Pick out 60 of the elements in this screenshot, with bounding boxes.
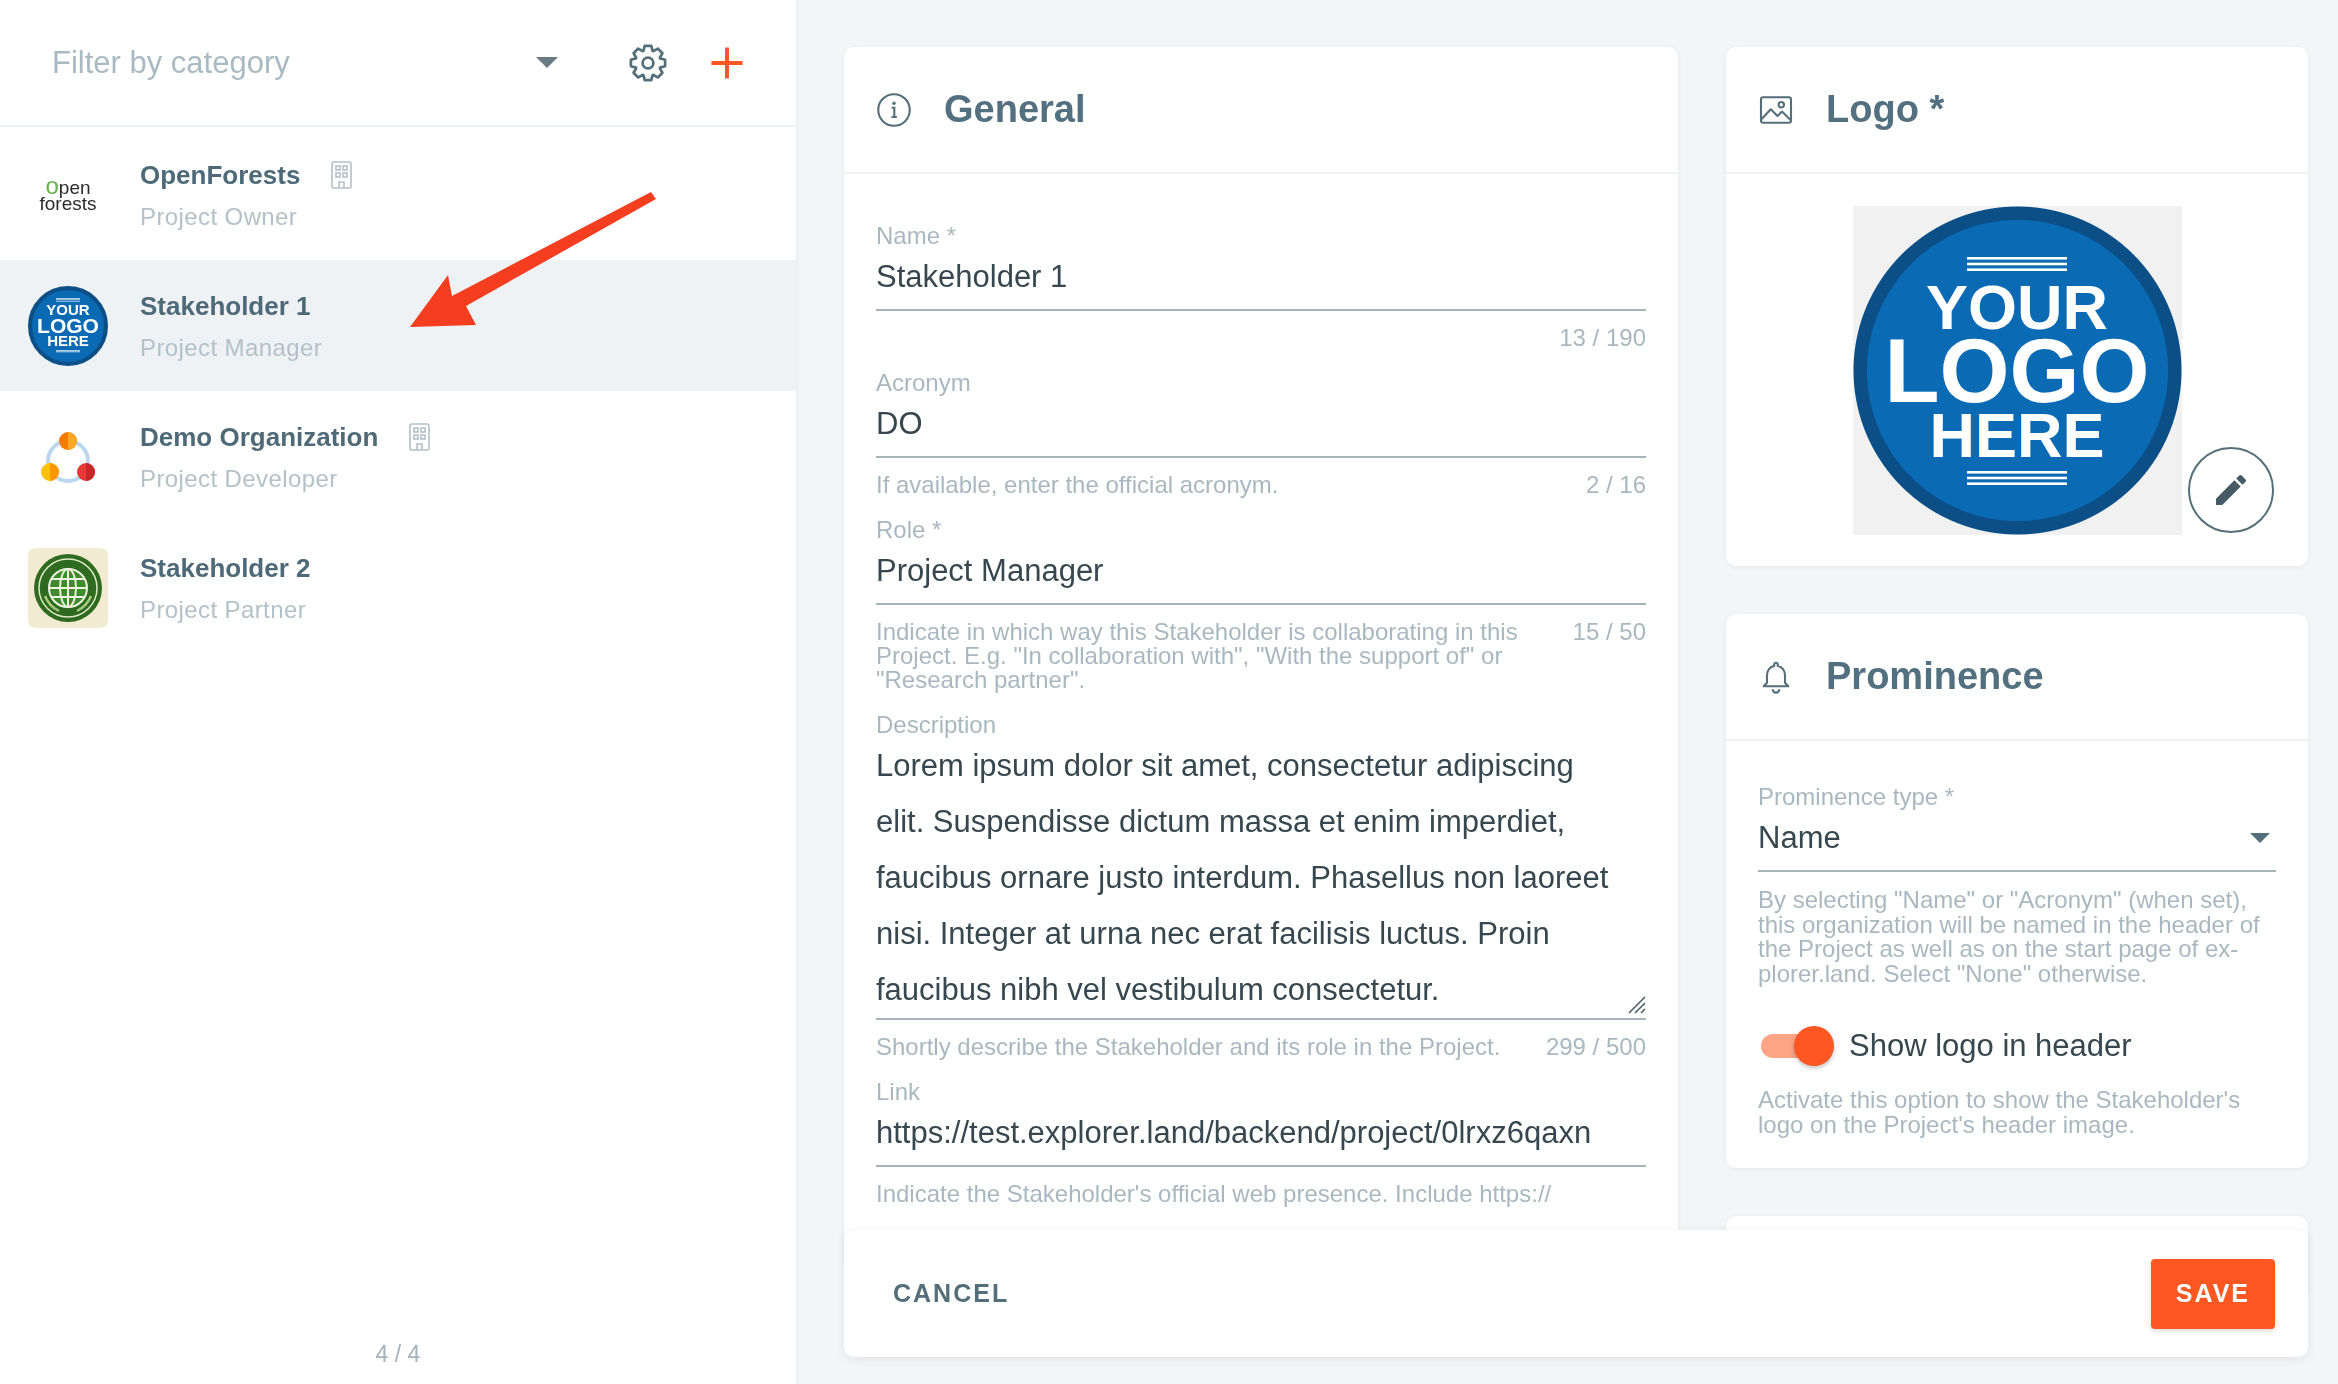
stakeholder-role: Project Developer (140, 463, 339, 494)
cancel-button[interactable]: CANCEL (877, 1258, 1026, 1329)
field-hint: Activate this option to show the Stakeholder's logo on the Project's header image. (1758, 1088, 2242, 1137)
card-title: Prominence (1826, 655, 2044, 698)
sidebar-item[interactable]: YOUR LOGO HERE Stakeholder 1 Project Manager (0, 260, 796, 391)
field-label: Prominence type * (1758, 784, 1956, 810)
field-hint: By selecting "Name" or "Acronym" (when set), this organization will be named in the header of the Project as well as on the start page of ex-plorer.land. Select "None" otherwise. (1758, 888, 2261, 986)
field-label: Role * (876, 517, 943, 543)
text-field[interactable]: DO (876, 396, 1646, 458)
add-button[interactable] (710, 45, 744, 80)
text-field[interactable]: Stakeholder 1 (876, 249, 1646, 311)
stripes-icon (56, 298, 80, 302)
logo-text: YOUR (1926, 276, 2108, 337)
field-hint: Indicate the Stakeholder's official web presence. Include https:// (876, 1182, 1552, 1206)
field-hint: Shortly describe the Stakeholder and its role in the Project. (876, 1035, 1501, 1059)
sidebar-item[interactable]: open forests OpenForests Project Owner (0, 129, 796, 260)
card-title: General (944, 88, 1086, 131)
character-counter: 299 / 500 (1545, 1035, 1646, 1059)
character-counter: 15 / 50 (1572, 620, 1646, 647)
stripes-icon (1967, 256, 2067, 271)
field-label: Acronym (876, 370, 972, 396)
info-icon (876, 91, 912, 128)
logo-text: LOGO (1884, 336, 2150, 405)
field-hint: Indicate in which way this Stakeholder is collaborating in this Project. E.g. "In collaboration with", "With the support of" or "Research partner". (876, 620, 1519, 692)
item-count: 4 / 4 (375, 1341, 421, 1367)
description-field[interactable]: Lorem ipsum dolor sit amet, consectetur adipiscing elit. Suspendisse dictum massa et enim imperdiet, faucibus ornare justo interdum. Phasellus non laoreet nisi. Integer at urna nec erat facilisis luctus. Proin faucibus nibh vel vestibulum consectetur. (876, 738, 1646, 1020)
stakeholder-name: Stakeholder 2 (140, 551, 311, 585)
field-label: Name * (876, 223, 958, 249)
caret-icon (536, 57, 558, 68)
toggle-label: Show logo in header (1849, 1028, 2132, 1064)
field-label: Description (876, 712, 998, 738)
globe-logo-icon (28, 547, 108, 628)
stripes-icon (56, 349, 80, 353)
text-field[interactable]: https://test.explorer.land/backend/project/0lrxz6qaxn (876, 1105, 1646, 1167)
card-title: Logo * (1826, 88, 1945, 131)
logo-text: HERE (1929, 404, 2105, 465)
field-label: Link (876, 1079, 922, 1105)
sidebar-item[interactable]: Demo Organization Project Developer (0, 391, 796, 522)
text-field[interactable]: Project Manager (876, 543, 1646, 605)
logo-text: LOGO (37, 317, 99, 334)
logo-text: YOUR (46, 303, 90, 317)
stakeholder-name: OpenForests (140, 158, 301, 192)
stakeholder-role: Project Manager (140, 332, 323, 363)
character-counter: 2 / 16 (1585, 473, 1646, 497)
logo-text: HERE (47, 334, 89, 348)
stakeholder-role: Project Partner (140, 594, 308, 625)
stakeholder-role: Project Owner (140, 201, 299, 232)
settings-button[interactable] (629, 43, 667, 82)
character-counter: 13 / 190 (1559, 326, 1646, 350)
field-hint: If available, enter the official acronym. (876, 473, 1279, 497)
stakeholder-name: Stakeholder 1 (140, 289, 311, 323)
stakeholder-name: Demo Organization (140, 420, 379, 454)
stripes-icon (1967, 470, 2067, 485)
plus-icon (710, 45, 744, 80)
logo-wordmark: open forests (39, 177, 97, 212)
caret-icon (2250, 833, 2270, 843)
toggle-switch[interactable] (1761, 1026, 1835, 1066)
select-field[interactable]: Name (1758, 810, 2276, 872)
settings-icon (629, 43, 667, 82)
sidebar-item[interactable]: Stakeholder 2 Project Partner (0, 522, 796, 653)
